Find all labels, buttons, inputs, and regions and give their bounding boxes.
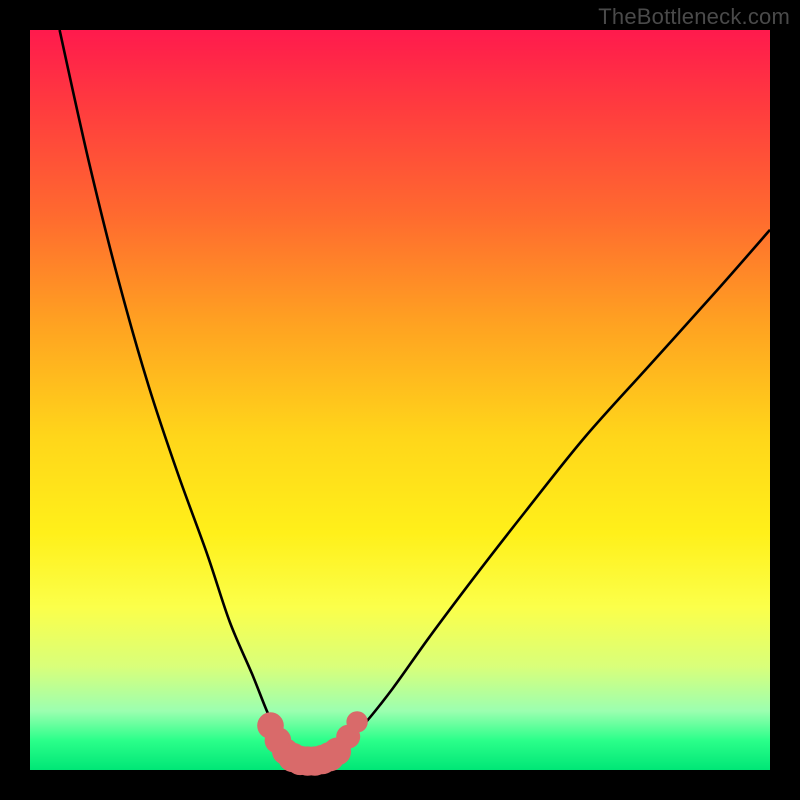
chart-frame: TheBottleneck.com [0, 0, 800, 800]
bottleneck-curve [60, 30, 770, 759]
highlight-dots-group [257, 711, 368, 776]
highlight-dot [346, 711, 367, 732]
gradient-plot-area [30, 30, 770, 770]
curve-svg [30, 30, 770, 770]
watermark-text: TheBottleneck.com [598, 4, 790, 30]
